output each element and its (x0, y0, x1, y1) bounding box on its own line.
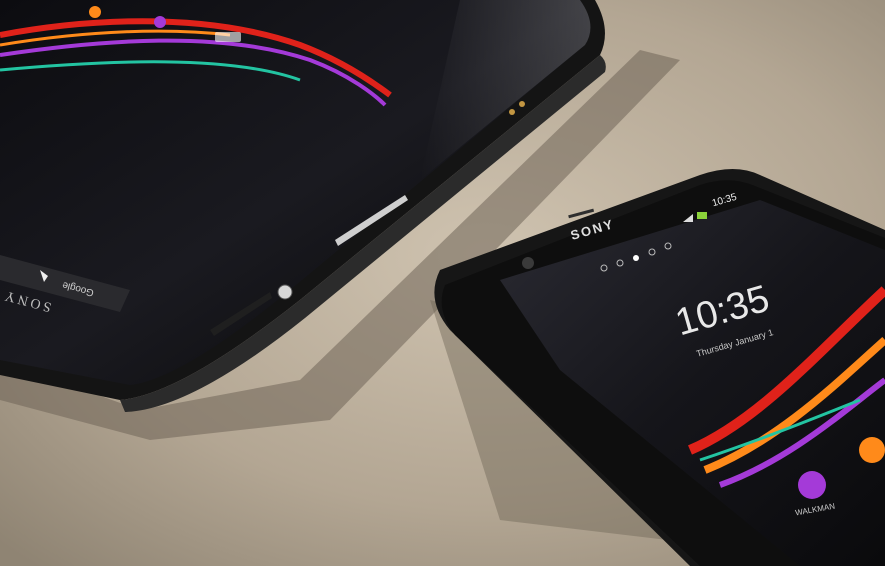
tablet-charge-pin (519, 101, 525, 107)
product-photo-scene: SONY Google SONY 10:35 10:35 Thursday Ja… (0, 0, 885, 566)
tablet-app-icon (215, 32, 241, 42)
tablet-power-button (277, 284, 293, 300)
tablet-charge-pin (509, 109, 515, 115)
tablet-app-icon (154, 16, 166, 28)
app-icon (859, 437, 885, 463)
tablet-app-icon (89, 6, 101, 18)
phone-front-camera (522, 257, 534, 269)
page-dot-active (633, 255, 639, 261)
walkman-app-icon (798, 471, 826, 499)
battery-icon (697, 212, 707, 219)
